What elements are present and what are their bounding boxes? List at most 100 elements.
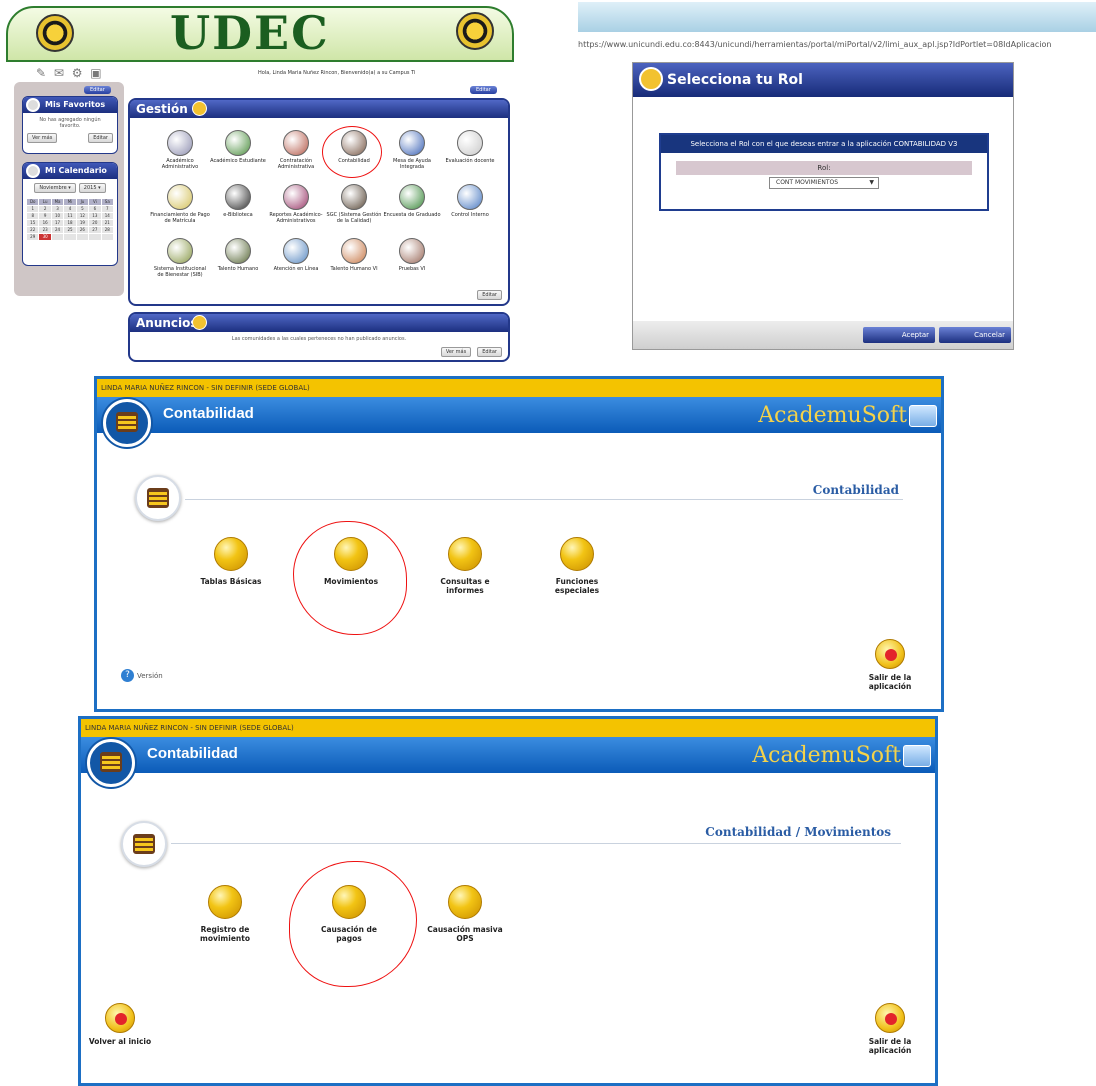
app-title: Contabilidad bbox=[147, 745, 238, 762]
app-launcher[interactable]: Académico Administrativo bbox=[150, 130, 210, 170]
app-launcher[interactable]: Evaluación docente bbox=[440, 130, 500, 164]
app-launcher[interactable]: e-Biblioteca bbox=[208, 184, 268, 218]
calendar-day[interactable]: 16 bbox=[39, 220, 51, 226]
calendar-day[interactable] bbox=[89, 234, 101, 240]
exit-label: Salir de la aplicación bbox=[868, 673, 912, 691]
calendar-year-value: 2015 bbox=[83, 185, 97, 191]
calendar-day[interactable]: 30 bbox=[39, 234, 51, 240]
app-launcher[interactable]: Atención en Línea bbox=[266, 238, 326, 272]
calendar-weekday: Do bbox=[27, 199, 39, 205]
app-launcher[interactable]: Encuesta de Graduado bbox=[382, 184, 442, 218]
calendar-day[interactable]: 11 bbox=[64, 213, 76, 219]
app-launcher[interactable]: Académico Estudiante bbox=[208, 130, 268, 164]
app-launcher[interactable]: Contratación Administrativa bbox=[266, 130, 326, 170]
app-launcher[interactable]: Sistema Institucional de Bienestar (SIB) bbox=[150, 238, 210, 278]
calendar-day[interactable]: 29 bbox=[27, 234, 39, 240]
app-launcher[interactable]: Pruebas VI bbox=[382, 238, 442, 272]
calendar-day[interactable] bbox=[101, 234, 113, 240]
calendar-day[interactable]: 13 bbox=[89, 213, 101, 219]
consultas-informes-module[interactable]: Consultas e informes bbox=[427, 537, 503, 595]
calendar-day[interactable] bbox=[76, 234, 89, 240]
academusoft-movimientos-panel: LINDA MARIA NUÑEZ RINCON - SIN DEFINIR (… bbox=[78, 716, 938, 1086]
calendar-weekday: Mi bbox=[64, 199, 76, 205]
calendar-day[interactable]: 8 bbox=[27, 213, 39, 219]
app-label: Académico Estudiante bbox=[210, 158, 266, 164]
calendar-day[interactable]: 4 bbox=[64, 206, 76, 212]
calendar-header: Mi Calendario bbox=[23, 163, 117, 179]
favorites-edit-button[interactable]: Editar bbox=[88, 133, 113, 143]
funciones-especiales-module[interactable]: Funciones especiales bbox=[539, 537, 615, 595]
calendar-day[interactable]: 9 bbox=[39, 213, 51, 219]
browser-toolbar bbox=[578, 2, 1096, 32]
app-icon bbox=[167, 238, 193, 264]
calendar-day[interactable]: 20 bbox=[89, 220, 101, 226]
portal-toolbar-icons[interactable]: ✎ ✉ ⚙ ▣ bbox=[36, 66, 104, 80]
exit-button[interactable]: Salir de la aplicación bbox=[855, 1003, 925, 1055]
favorites-see-more-button[interactable]: Ver más bbox=[27, 133, 58, 143]
tablas-basicas-module[interactable]: Tablas Básicas bbox=[193, 537, 269, 586]
calendar-day[interactable]: 25 bbox=[64, 227, 76, 233]
registro-movimiento-module[interactable]: Registro de movimiento bbox=[187, 885, 263, 943]
app-launcher[interactable]: Reportes Académico-Administrativos bbox=[266, 184, 326, 224]
calendar-day[interactable]: 19 bbox=[76, 220, 89, 226]
calendar-day[interactable]: 24 bbox=[51, 227, 64, 233]
calendar-day[interactable]: 17 bbox=[51, 220, 64, 226]
cancel-button[interactable]: Cancelar bbox=[939, 327, 1011, 343]
documents-icon bbox=[448, 885, 482, 919]
causacion-masiva-ops-label: Causación masiva OPS bbox=[427, 925, 503, 943]
back-home-button[interactable]: Volver al inicio bbox=[85, 1003, 155, 1046]
calendar-day[interactable] bbox=[64, 234, 76, 240]
calendar-day[interactable]: 2 bbox=[39, 206, 51, 212]
back-home-label: Volver al inicio bbox=[88, 1037, 152, 1046]
calendar-day[interactable]: 23 bbox=[39, 227, 51, 233]
calendar-day[interactable]: 22 bbox=[27, 227, 39, 233]
role-form: Selecciona el Rol con el que deseas entr… bbox=[659, 133, 989, 211]
app-header: Contabilidad AcademuSoft bbox=[97, 397, 941, 433]
app-launcher[interactable]: Control Interno bbox=[440, 184, 500, 218]
gestion-bottom-edit-button[interactable]: Editar bbox=[477, 290, 502, 300]
abacus-icon bbox=[100, 752, 122, 772]
calendar-day[interactable]: 3 bbox=[51, 206, 64, 212]
calendar-day[interactable]: 15 bbox=[27, 220, 39, 226]
app-grid: Académico Administrativo Académico Estudi… bbox=[130, 118, 508, 298]
anuncios-edit-button[interactable]: Editar bbox=[477, 347, 502, 357]
funciones-especiales-label: Funciones especiales bbox=[554, 577, 600, 595]
calendar-day[interactable]: 28 bbox=[101, 227, 113, 233]
calendar-day[interactable]: 7 bbox=[101, 206, 113, 212]
exit-button[interactable]: Salir de la aplicación bbox=[855, 639, 925, 691]
calendar-day[interactable]: 6 bbox=[89, 206, 101, 212]
version-link[interactable]: ? Versión bbox=[121, 669, 163, 682]
calendar-day[interactable]: 14 bbox=[101, 213, 113, 219]
accept-button[interactable]: Aceptar bbox=[863, 327, 935, 343]
app-launcher[interactable]: Financiamiento de Pago de Matrícula bbox=[150, 184, 210, 224]
calendar-day[interactable]: 18 bbox=[64, 220, 76, 226]
app-icon bbox=[225, 130, 251, 156]
calendar-day[interactable]: 27 bbox=[89, 227, 101, 233]
address-bar-url[interactable]: https://www.unicundi.edu.co:8443/unicund… bbox=[578, 40, 1096, 49]
calendar-day[interactable] bbox=[51, 234, 64, 240]
role-select[interactable]: CONT MOVIMIENTOS ▼ bbox=[769, 177, 879, 189]
calendar-year-select[interactable]: 2015 ▾ bbox=[78, 183, 106, 193]
app-icon bbox=[225, 184, 251, 210]
favorites-header: Mis Favoritos bbox=[23, 97, 117, 113]
app-launcher[interactable]: Talento Humano VI bbox=[324, 238, 384, 272]
exit-icon bbox=[875, 1003, 905, 1033]
report-icon bbox=[448, 537, 482, 571]
calendar-month-select[interactable]: Noviembre ▾ bbox=[34, 183, 76, 193]
app-launcher[interactable]: SGC (Sistema Gestión de la Calidad) bbox=[324, 184, 384, 224]
causacion-masiva-ops-module[interactable]: Causación masiva OPS bbox=[427, 885, 503, 943]
app-label: Evaluación docente bbox=[445, 158, 495, 164]
calendar-day[interactable]: 1 bbox=[27, 206, 39, 212]
calendar-day[interactable]: 5 bbox=[76, 206, 89, 212]
calendar-day[interactable]: 26 bbox=[76, 227, 89, 233]
gestion-edit-button[interactable]: Editar bbox=[470, 86, 497, 94]
app-launcher[interactable]: Talento Humano bbox=[208, 238, 268, 272]
side-edit-button[interactable]: Editar bbox=[84, 86, 111, 94]
calendar-day[interactable]: 12 bbox=[76, 213, 89, 219]
app-launcher[interactable]: Mesa de Ayuda Integrada bbox=[382, 130, 442, 170]
anuncios-see-more-button[interactable]: Ver más bbox=[440, 347, 472, 357]
calendar-day[interactable]: 10 bbox=[51, 213, 64, 219]
favorites-empty-text: No has agregado ningún favorito. bbox=[39, 117, 101, 129]
app-icon bbox=[399, 184, 425, 210]
calendar-day[interactable]: 21 bbox=[101, 220, 113, 226]
